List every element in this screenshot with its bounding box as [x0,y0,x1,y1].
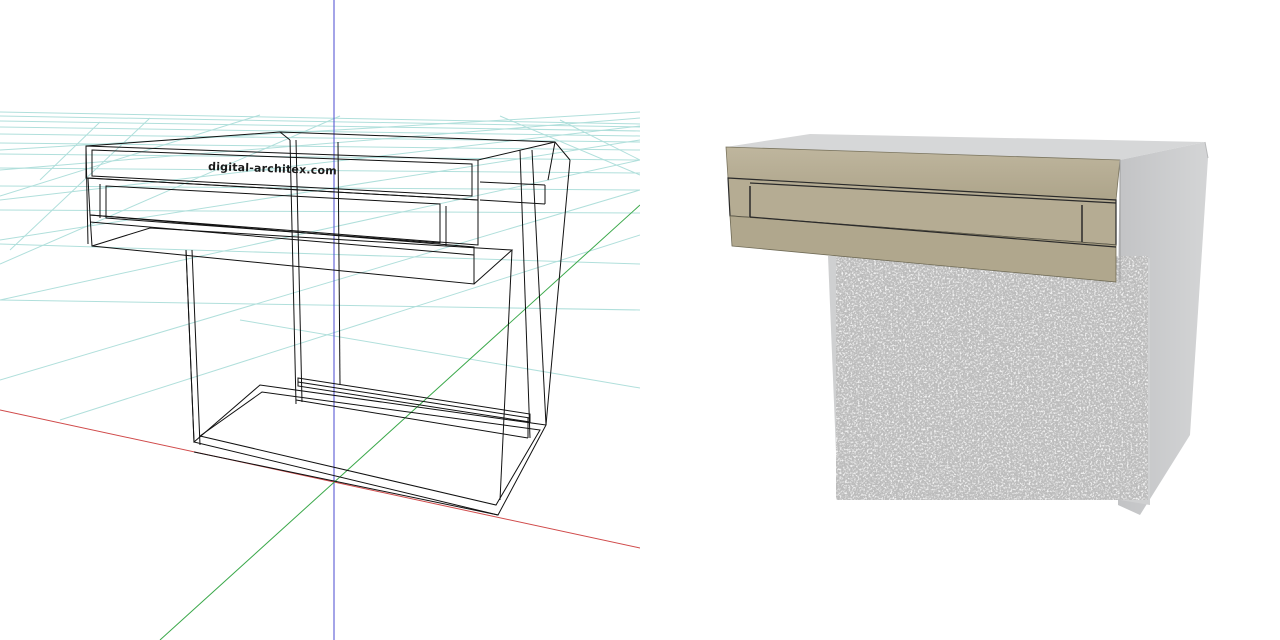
axis-y [159,204,640,640]
watermark-label: digital-architex.com [208,160,337,177]
rendered-cabinet-svg [725,134,1209,515]
stone-panel [836,256,1148,500]
wireframe-viewport[interactable]: digital-architex.com [0,0,640,640]
axis-x [0,409,640,549]
rendered-viewport[interactable] [640,0,1280,640]
render-canvas: digital-architex.com [0,0,1280,640]
wireframe-svg: digital-architex.com [0,0,640,640]
